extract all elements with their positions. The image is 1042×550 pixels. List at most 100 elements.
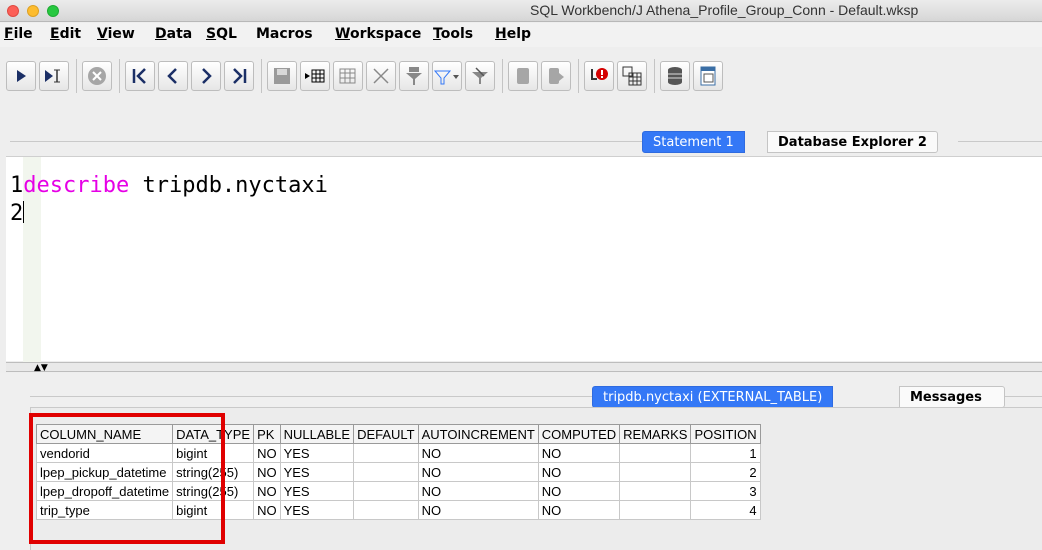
- filter-icon: [406, 67, 422, 85]
- first-row-button[interactable]: [125, 61, 155, 91]
- column-header[interactable]: DEFAULT: [353, 424, 419, 444]
- last-row-button[interactable]: [224, 61, 254, 91]
- tab-messages[interactable]: Messages: [899, 386, 1005, 408]
- stop-button[interactable]: [82, 61, 112, 91]
- copy-row-button[interactable]: [333, 61, 363, 91]
- tab-divider: [958, 141, 1042, 142]
- table-cell[interactable]: YES: [279, 500, 355, 520]
- table-cell[interactable]: YES: [279, 443, 355, 463]
- table-cell[interactable]: [353, 443, 419, 463]
- table-cell[interactable]: NO: [537, 481, 621, 501]
- tab-divider: [10, 141, 642, 142]
- menu-view[interactable]: View: [97, 26, 135, 42]
- previous-row-button[interactable]: [158, 61, 188, 91]
- table-icon: [700, 66, 716, 86]
- insert-row-icon: [305, 69, 325, 83]
- table-cell[interactable]: NO: [537, 500, 621, 520]
- table-cell[interactable]: 4: [690, 500, 761, 520]
- splitter-arrows-icon[interactable]: ▲▼: [34, 363, 48, 373]
- reset-filter-button[interactable]: [465, 61, 495, 91]
- menu-macros[interactable]: Macros: [256, 26, 313, 42]
- table-cell[interactable]: YES: [279, 462, 355, 482]
- editor-result-splitter[interactable]: ▲▼: [6, 362, 1042, 373]
- last-icon: [233, 68, 247, 84]
- column-header[interactable]: AUTOINCREMENT: [417, 424, 539, 444]
- toolbar-separator: [654, 59, 655, 93]
- sql-editor[interactable]: 1describe tripdb.nyctaxi 2: [6, 156, 1042, 362]
- filter-dropdown-icon: [434, 70, 459, 85]
- toolbar-separator: [76, 59, 77, 93]
- table-cell[interactable]: NO: [253, 500, 281, 520]
- execute-current-icon: [45, 69, 60, 83]
- table-button[interactable]: [693, 61, 723, 91]
- copy-row-icon: [339, 68, 356, 84]
- toolbar-separator: [119, 59, 120, 93]
- database-button[interactable]: [660, 61, 690, 91]
- table-cell[interactable]: NO: [417, 500, 539, 520]
- menu-help[interactable]: Help: [495, 26, 531, 42]
- stop-icon: [88, 67, 106, 85]
- menu-workspace[interactable]: Workspace: [335, 26, 421, 42]
- table-cell[interactable]: 2: [690, 462, 761, 482]
- filter-dropdown-button[interactable]: [432, 61, 462, 91]
- table-cell[interactable]: NO: [417, 443, 539, 463]
- toolbar: [0, 49, 1042, 99]
- table-cell[interactable]: [353, 481, 419, 501]
- line-number: 2: [10, 201, 24, 226]
- table-cell[interactable]: [619, 500, 692, 520]
- commit-button[interactable]: [508, 61, 538, 91]
- execute-current-button[interactable]: [39, 61, 69, 91]
- table-cell[interactable]: NO: [417, 462, 539, 482]
- previous-icon: [167, 68, 177, 84]
- table-cell[interactable]: [619, 443, 692, 463]
- table-cell[interactable]: NO: [253, 481, 281, 501]
- table-cell[interactable]: [619, 481, 692, 501]
- editor-tab-strip: Statement 1 Database Explorer 2: [0, 131, 1042, 153]
- column-header[interactable]: PK: [253, 424, 281, 444]
- menu-sql[interactable]: SQL: [206, 26, 237, 42]
- title-bar: SQL Workbench/J Athena_Profile_Group_Con…: [0, 0, 1042, 22]
- table-cell[interactable]: 1: [690, 443, 761, 463]
- toolbar-separator: [261, 59, 262, 93]
- delete-row-button[interactable]: [366, 61, 396, 91]
- table-cell[interactable]: NO: [417, 481, 539, 501]
- minimize-window-button[interactable]: [27, 5, 39, 17]
- menu-tools[interactable]: Tools: [433, 26, 473, 42]
- tab-database-explorer-2[interactable]: Database Explorer 2: [767, 131, 938, 153]
- execute-icon: [17, 70, 26, 82]
- line-number: 1: [10, 173, 24, 198]
- rollback-button[interactable]: [541, 61, 571, 91]
- execute-button[interactable]: [6, 61, 36, 91]
- result-panel: tripdb.nyctaxi (EXTERNAL_TABLE) Messages…: [0, 373, 1042, 550]
- close-window-button[interactable]: [7, 5, 19, 17]
- filter-button[interactable]: [399, 61, 429, 91]
- grid-icon: [622, 66, 642, 86]
- toolbar-separator: [502, 59, 503, 93]
- table-cell[interactable]: YES: [279, 481, 355, 501]
- column-header[interactable]: COMPUTED: [537, 424, 621, 444]
- save-button[interactable]: [267, 61, 297, 91]
- table-cell[interactable]: NO: [253, 443, 281, 463]
- grid-button[interactable]: [617, 61, 647, 91]
- autocommit-error-button[interactable]: [584, 61, 614, 91]
- column-header[interactable]: REMARKS: [619, 424, 692, 444]
- tab-result-table[interactable]: tripdb.nyctaxi (EXTERNAL_TABLE): [592, 386, 834, 408]
- table-cell[interactable]: NO: [253, 462, 281, 482]
- table-cell[interactable]: [353, 500, 419, 520]
- rollback-icon: [549, 68, 564, 84]
- table-cell[interactable]: NO: [537, 462, 621, 482]
- column-header[interactable]: NULLABLE: [279, 424, 355, 444]
- menu-data[interactable]: Data: [155, 26, 192, 42]
- menu-edit[interactable]: Edit: [50, 26, 81, 42]
- table-cell[interactable]: [619, 462, 692, 482]
- tab-statement-1[interactable]: Statement 1: [642, 131, 745, 153]
- column-header[interactable]: POSITION: [690, 424, 761, 444]
- table-cell[interactable]: [353, 462, 419, 482]
- table-cell[interactable]: NO: [537, 443, 621, 463]
- sql-text: tripdb.nyctaxi: [129, 173, 328, 198]
- menu-file[interactable]: File: [4, 26, 33, 42]
- maximize-window-button[interactable]: [47, 5, 59, 17]
- next-row-button[interactable]: [191, 61, 221, 91]
- insert-row-button[interactable]: [300, 61, 330, 91]
- table-cell[interactable]: 3: [690, 481, 761, 501]
